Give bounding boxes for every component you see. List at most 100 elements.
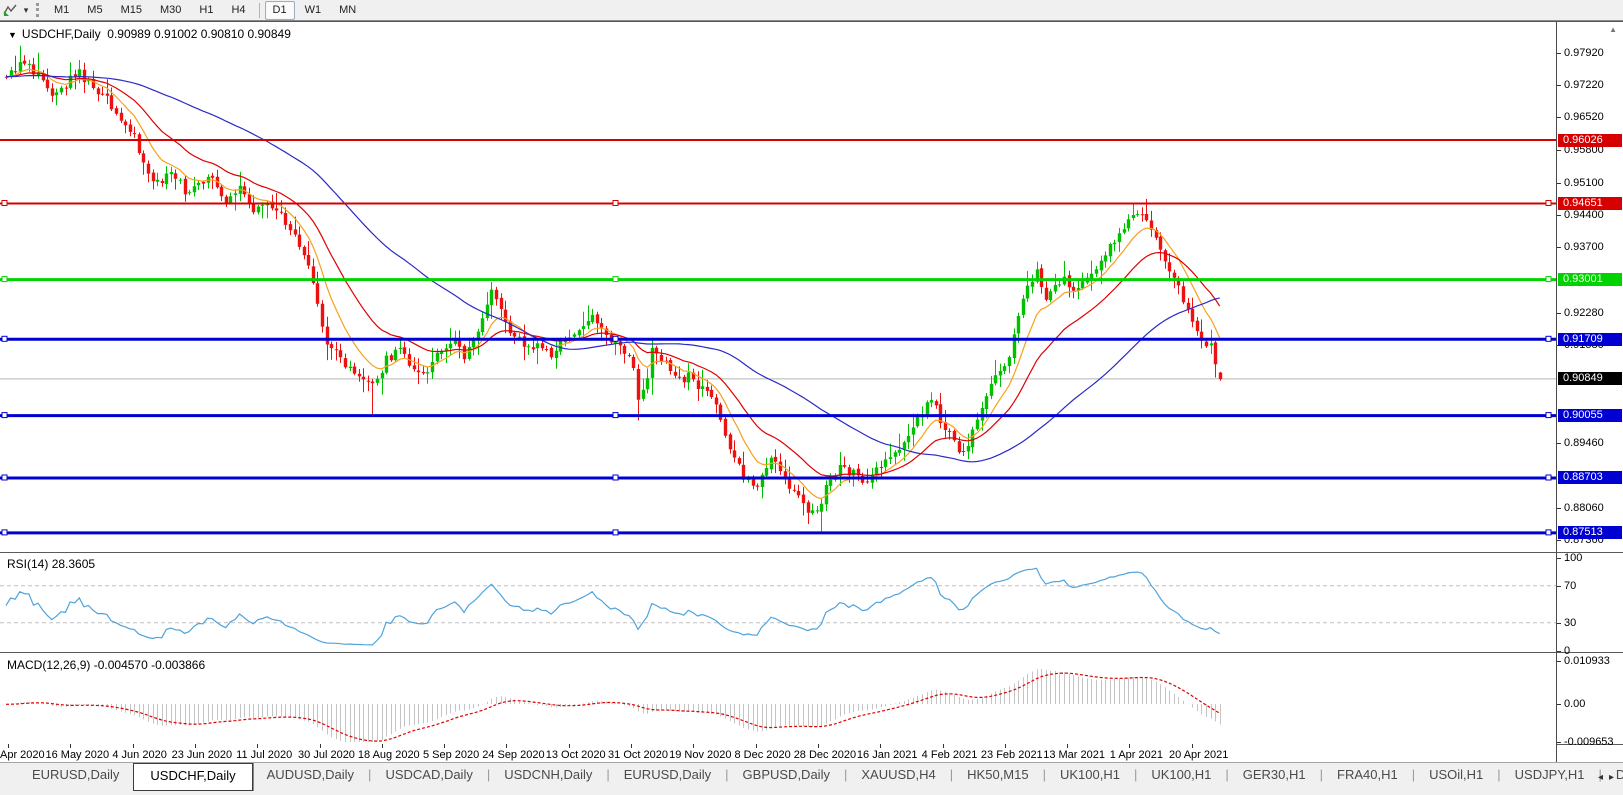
macd-chart[interactable] [0, 652, 1556, 744]
tab-usdcnh-daily[interactable]: USDCNH,Daily [490, 763, 606, 788]
up-candle-wicks [11, 45, 1212, 533]
axis-tick-label: 0.94400 [1564, 209, 1604, 222]
rsi-indicator-label: RSI(14) 28.3605 [7, 557, 96, 571]
chart-title: ▼ USDCHF,Daily 0.90989 0.91002 0.90810 0.… [8, 27, 291, 41]
toolbar-grip-handle[interactable] [36, 3, 39, 17]
axis-tick [1557, 215, 1561, 217]
tab-eurusd-daily[interactable]: EURUSD,Daily [18, 763, 133, 788]
timeframe-button-m1[interactable]: M1 [46, 1, 77, 20]
time-tick [132, 744, 134, 748]
time-tick [880, 744, 882, 748]
tab-usdcad-daily[interactable]: USDCAD,Daily [371, 763, 486, 788]
rsi-axis-label: 70 [1564, 579, 1577, 592]
time-tick-label: 20 Apr 2021 [1169, 749, 1229, 761]
chart-low-value: 0.90810 [200, 27, 245, 41]
axis-scroll-up-icon[interactable]: ▲ [1609, 25, 1617, 34]
rsi-current-value: 28.3605 [51, 557, 96, 571]
tab-gbpusd-daily[interactable]: GBPUSD,Daily [729, 763, 844, 788]
tab-eurusd-daily[interactable]: EURUSD,Daily [610, 763, 725, 788]
axis-tick [1557, 704, 1561, 705]
line-handle [1545, 474, 1552, 481]
axis-tick [1557, 84, 1561, 86]
line-handle [1545, 200, 1552, 206]
tab-uk100-h1[interactable]: UK100,H1 [1046, 763, 1134, 788]
time-tick [8, 744, 9, 748]
time-tick [70, 744, 72, 748]
tab-hk50-m15[interactable]: HK50,M15 [953, 763, 1042, 788]
axis-tick [1557, 182, 1561, 184]
line-studies-icon[interactable] [2, 2, 20, 18]
tab-fra40-h1[interactable]: FRA40,H1 [1323, 763, 1412, 788]
line-handle [1, 529, 8, 536]
axis-tick [1557, 443, 1561, 445]
time-tick [506, 744, 508, 748]
tabs-scroll-left-button[interactable]: ◂ [1598, 772, 1609, 783]
chart-collapse-icon[interactable]: ▼ [8, 30, 17, 40]
axis-tick-label: 0.97920 [1564, 46, 1604, 59]
line-handle [1545, 412, 1552, 419]
axis-tick-label: 0.96520 [1564, 111, 1604, 124]
axis-tick [1557, 52, 1561, 54]
time-tick [1191, 744, 1193, 748]
timeframe-button-mn[interactable]: MN [331, 1, 364, 20]
axis-tick [1557, 150, 1561, 152]
level-price-tag: 0.94651 [1558, 196, 1622, 210]
horizontal-line-0.91709[interactable] [0, 335, 1556, 342]
price-chart[interactable] [0, 22, 1556, 552]
line-handle [1, 412, 8, 419]
line-handle [612, 412, 619, 419]
level-price-tag: 0.91709 [1558, 332, 1622, 346]
time-tick [942, 744, 944, 748]
horizontal-line-0.94651[interactable] [0, 200, 1556, 206]
axis-tick [1557, 558, 1561, 559]
time-tick [568, 744, 570, 748]
price-axis[interactable]: ▲ 0.97920 0.97220 0.96520 0.95800 0.95100 0.9… [1557, 22, 1623, 763]
time-tick [1129, 744, 1131, 748]
horizontal-line-0.88703[interactable] [0, 474, 1556, 481]
line-handle [612, 200, 619, 206]
macd-axis-label: 0.00 [1564, 698, 1586, 710]
timeframe-button-m30[interactable]: M30 [152, 1, 189, 20]
timeframe-button-m15[interactable]: M15 [113, 1, 150, 20]
tab-usdjpy-h1[interactable]: USDJPY,H1 [1501, 763, 1599, 788]
horizontal-line-0.87513[interactable] [0, 529, 1556, 536]
rsi-chart[interactable] [0, 552, 1556, 652]
tab-usdchf-daily[interactable]: USDCHF,Daily [133, 763, 253, 791]
time-tick [631, 744, 632, 748]
horizontal-line-0.90055[interactable] [0, 412, 1556, 419]
line-handle [1545, 276, 1552, 283]
time-axis[interactable]: 28 Apr 202016 May 20204 Jun 202023 Jun 2… [0, 744, 1556, 763]
tab-ger30-h1[interactable]: GER30,H1 [1229, 763, 1320, 788]
line-handle [1545, 529, 1552, 536]
timeframe-button-h4[interactable]: H4 [223, 1, 253, 20]
toolbar-dropdown-caret-icon[interactable]: ▾ [20, 5, 32, 16]
timeframe-button-m5[interactable]: M5 [79, 1, 110, 20]
chart-window: ▼ USDCHF,Daily 0.90989 0.91002 0.90810 0.… [0, 21, 1623, 763]
axis-tick-label: 0.93700 [1564, 241, 1604, 254]
tabs-scroll-right-button[interactable]: ▸ [1609, 772, 1620, 783]
line-handle [1, 335, 8, 342]
axis-tick [1557, 660, 1561, 662]
chart-close-value: 0.90849 [247, 27, 291, 41]
tab-xauusd-h4[interactable]: XAUUSD,H4 [847, 763, 949, 788]
axis-tick [1557, 117, 1561, 119]
axis-tick [1557, 507, 1561, 509]
tab-uk100-h1[interactable]: UK100,H1 [1137, 763, 1225, 788]
tab-audusd-daily[interactable]: AUDUSD,Daily [253, 763, 368, 788]
level-price-tag: 0.93001 [1558, 273, 1622, 287]
level-price-tag: 0.88703 [1558, 471, 1622, 485]
panel-separator[interactable] [0, 552, 1623, 553]
rsi-axis-label: 30 [1564, 616, 1577, 629]
line-handle [1, 200, 8, 206]
horizontal-line-0.93001[interactable] [0, 276, 1556, 283]
macd-indicator-label: MACD(12,26,9) -0.004570 -0.003866 [7, 658, 206, 672]
chart-open-value: 0.90989 [107, 27, 151, 41]
axis-tick [1557, 247, 1561, 249]
timeframe-button-d1[interactable]: D1 [264, 0, 295, 20]
timeframe-button-h1[interactable]: H1 [191, 1, 221, 20]
tab-usoil-h1[interactable]: USOil,H1 [1415, 763, 1497, 788]
timeframe-button-w1[interactable]: W1 [297, 1, 330, 20]
panel-separator[interactable] [0, 652, 1623, 653]
chart-tabs-bar: EURUSD,Daily USDCHF,Daily AUDUSD,Daily | USD… [0, 762, 1623, 795]
level-price-tag: 0.90055 [1558, 409, 1622, 423]
